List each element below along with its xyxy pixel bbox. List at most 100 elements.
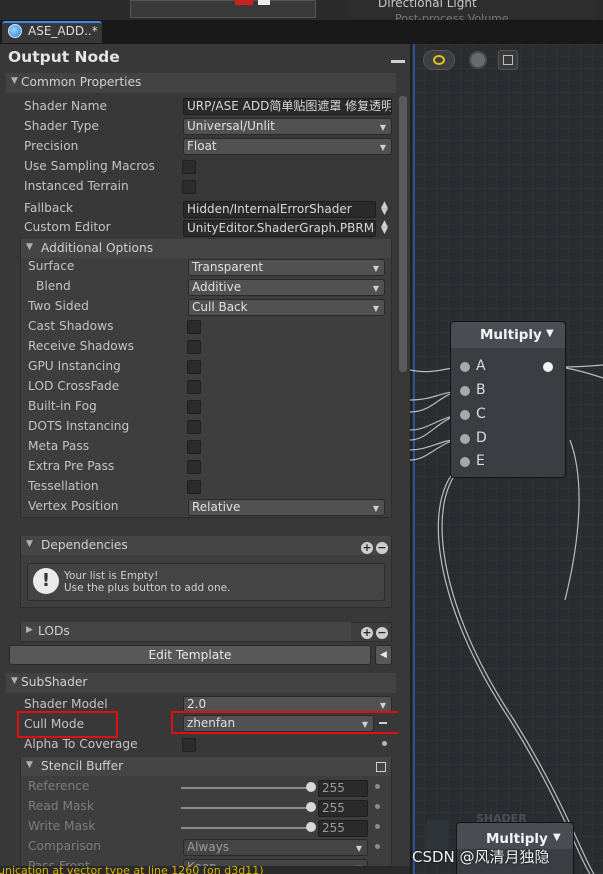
multiply-node-2-title: Multiply bbox=[486, 831, 548, 847]
additional-options-header[interactable]: ▼ Additional Options bbox=[21, 239, 391, 258]
add-lod-icon[interactable]: + bbox=[361, 627, 373, 639]
read-mask-field[interactable]: 255 bbox=[318, 800, 368, 817]
fold-down-icon: ▼ bbox=[26, 539, 33, 549]
use-sampling-macros-checkbox[interactable] bbox=[182, 160, 196, 174]
vertex-position-dropdown[interactable]: Relative bbox=[188, 499, 385, 516]
shader-type-label: Shader Type bbox=[24, 119, 100, 133]
precision-dropdown[interactable]: Float bbox=[183, 138, 392, 155]
comparison-dropdown[interactable]: Always bbox=[183, 839, 368, 856]
option-dot-icon[interactable] bbox=[375, 804, 380, 809]
info-icon: ! bbox=[33, 568, 59, 594]
tessellation-label: Tessellation bbox=[28, 479, 99, 493]
graph-overview-icon[interactable] bbox=[498, 50, 518, 70]
cast-shadows-label: Cast Shadows bbox=[28, 319, 114, 333]
option-dot-icon[interactable] bbox=[382, 741, 387, 746]
shader-type-dropdown[interactable]: Universal/Unlit bbox=[183, 118, 392, 135]
chevron-down-icon[interactable]: ▼ bbox=[553, 832, 561, 843]
port-b[interactable] bbox=[460, 386, 470, 396]
panel-menu-icon[interactable] bbox=[391, 60, 405, 63]
scrollbar-thumb[interactable] bbox=[399, 96, 407, 372]
light-toggle-icon[interactable] bbox=[423, 50, 455, 70]
write-mask-label: Write Mask bbox=[28, 819, 96, 833]
lod-crossfade-checkbox[interactable] bbox=[187, 380, 201, 394]
port-e[interactable] bbox=[460, 457, 470, 467]
custom-editor-field[interactable]: UnityEditor.ShaderGraph.PBRMa bbox=[183, 220, 376, 237]
remove-dependency-icon[interactable]: − bbox=[376, 542, 388, 554]
remove-lod-icon[interactable]: − bbox=[376, 627, 388, 639]
read-mask-slider[interactable] bbox=[181, 807, 311, 809]
write-mask-field[interactable]: 255 bbox=[318, 820, 368, 837]
fallback-spinner-icon[interactable]: ▲ ▼ bbox=[381, 201, 388, 217]
port-b-label: B bbox=[476, 382, 486, 398]
tessellation-checkbox[interactable] bbox=[187, 480, 201, 494]
add-dependency-icon[interactable]: + bbox=[361, 542, 373, 554]
comparison-label: Comparison bbox=[28, 839, 101, 853]
blend-dropdown[interactable]: Additive bbox=[188, 279, 385, 296]
surface-label: Surface bbox=[28, 259, 75, 273]
fold-down-icon: ▼ bbox=[11, 76, 18, 86]
instanced-terrain-checkbox[interactable] bbox=[182, 180, 196, 194]
surface-dropdown[interactable]: Transparent bbox=[188, 259, 385, 276]
common-properties-header[interactable]: ▼ Common Properties bbox=[6, 73, 396, 93]
tab-label: ASE_ADD..* bbox=[28, 24, 98, 38]
reference-slider-knob[interactable] bbox=[306, 782, 316, 792]
dependencies-header[interactable]: ▼ Dependencies bbox=[21, 536, 391, 555]
fallback-field[interactable]: Hidden/InternalErrorShader bbox=[183, 201, 376, 218]
cull-mode-dropdown[interactable]: zhenfan bbox=[183, 715, 374, 732]
cast-shadows-checkbox[interactable] bbox=[187, 320, 201, 334]
shader-name-label: Shader Name bbox=[24, 99, 108, 113]
hierarchy-item-directional-light[interactable]: Directional Light bbox=[378, 0, 477, 10]
custom-editor-spinner-icon[interactable]: ▲ ▼ bbox=[381, 220, 388, 236]
collapse-left-icon[interactable]: ◀ bbox=[375, 645, 392, 665]
port-d[interactable] bbox=[460, 434, 470, 444]
write-mask-slider[interactable] bbox=[181, 827, 311, 829]
option-dot-icon[interactable] bbox=[375, 824, 380, 829]
live-mode-icon[interactable] bbox=[469, 51, 487, 69]
remove-cull-mode-icon[interactable] bbox=[379, 722, 387, 724]
subshader-header[interactable]: ▼ SubShader bbox=[6, 673, 396, 693]
edit-template-button[interactable]: Edit Template bbox=[9, 645, 371, 665]
output-port[interactable] bbox=[543, 362, 553, 372]
gpu-instancing-checkbox[interactable] bbox=[187, 360, 201, 374]
read-mask-label: Read Mask bbox=[28, 799, 94, 813]
fallback-label: Fallback bbox=[24, 201, 74, 215]
meta-pass-label: Meta Pass bbox=[28, 439, 90, 453]
port-c-label: C bbox=[476, 406, 486, 422]
reference-field[interactable]: 255 bbox=[318, 780, 368, 797]
blend-label: Blend bbox=[36, 279, 71, 293]
builtin-fog-checkbox[interactable] bbox=[187, 400, 201, 414]
lods-header[interactable]: ▶ LODs bbox=[21, 622, 351, 641]
multiply-node-header[interactable]: Multiply ▼ bbox=[451, 322, 565, 348]
option-dot-icon[interactable] bbox=[375, 844, 380, 849]
option-dot-icon[interactable] bbox=[375, 784, 380, 789]
empty-list-body: Use the plus button to add one. bbox=[64, 582, 231, 594]
fold-right-icon: ▶ bbox=[26, 625, 33, 635]
gizmo-white-icon bbox=[258, 0, 270, 5]
port-d-label: D bbox=[476, 430, 487, 446]
alpha-to-coverage-label: Alpha To Coverage bbox=[24, 737, 138, 751]
chevron-down-icon[interactable]: ▼ bbox=[546, 328, 554, 339]
gpu-instancing-label: GPU Instancing bbox=[28, 359, 121, 373]
builtin-fog-label: Built-in Fog bbox=[28, 399, 97, 413]
write-mask-slider-knob[interactable] bbox=[306, 822, 316, 832]
scene-toolbar bbox=[130, 0, 316, 18]
receive-shadows-label: Receive Shadows bbox=[28, 339, 135, 353]
stencil-toggle-icon[interactable] bbox=[376, 762, 386, 772]
read-mask-slider-knob[interactable] bbox=[306, 802, 316, 812]
editor-window: Directional Light Post-process Volume AS… bbox=[0, 0, 603, 874]
port-c[interactable] bbox=[460, 410, 470, 420]
extra-pre-pass-checkbox[interactable] bbox=[187, 460, 201, 474]
two-sided-dropdown[interactable]: Cull Back bbox=[188, 299, 385, 316]
gizmo-red-icon bbox=[235, 0, 253, 5]
receive-shadows-checkbox[interactable] bbox=[187, 340, 201, 354]
meta-pass-checkbox[interactable] bbox=[187, 440, 201, 454]
alpha-to-coverage-checkbox[interactable] bbox=[182, 738, 196, 752]
grid-icon bbox=[503, 55, 513, 65]
light-bulb-icon bbox=[433, 55, 445, 65]
port-a[interactable] bbox=[460, 362, 470, 372]
reference-slider[interactable] bbox=[181, 787, 311, 789]
dots-instancing-checkbox[interactable] bbox=[187, 420, 201, 434]
stencil-buffer-header[interactable]: ▼ Stencil Buffer bbox=[21, 757, 391, 776]
extra-pre-pass-label: Extra Pre Pass bbox=[28, 459, 115, 473]
shader-name-field[interactable]: URP/ASE ADD简单贴图遮罩 修复透明 bbox=[183, 98, 392, 115]
